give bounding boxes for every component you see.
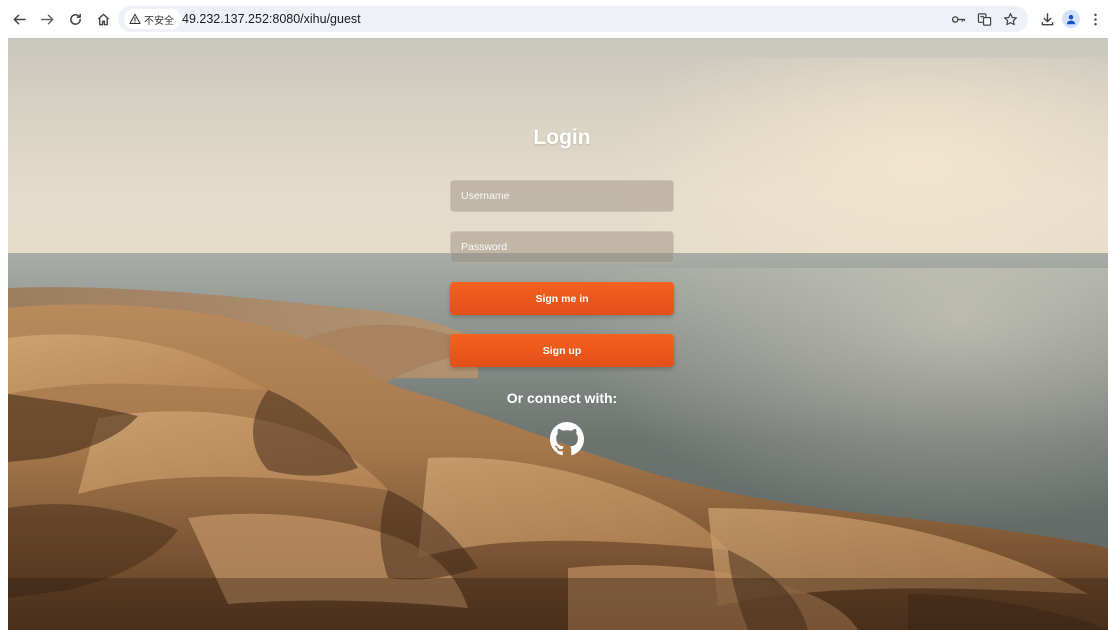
browser-toolbar: 不安全 49.232.137.252:8080/xihu/guest	[0, 0, 1108, 38]
home-icon	[97, 13, 109, 25]
arrow-left-icon	[13, 14, 26, 24]
bookmark-button[interactable]	[1002, 11, 1018, 27]
key-icon	[951, 15, 965, 23]
person-icon	[1066, 14, 1076, 25]
github-icon	[550, 422, 584, 456]
page-viewport: Login Sign me in Sign up Or connect with…	[8, 38, 1108, 630]
security-indicator[interactable]: 不安全	[124, 9, 181, 29]
reload-button[interactable]	[62, 6, 88, 32]
password-input[interactable]	[450, 231, 674, 263]
password-key-button[interactable]	[950, 11, 966, 27]
arrow-right-icon	[40, 14, 53, 24]
reload-icon	[69, 13, 81, 25]
url-text[interactable]: 49.232.137.252:8080/xihu/guest	[182, 6, 361, 32]
downloads-button[interactable]	[1034, 6, 1060, 32]
translate-icon	[977, 12, 991, 26]
login-title: Login	[533, 126, 591, 149]
username-input[interactable]	[450, 180, 674, 212]
sign-in-button[interactable]: Sign me in	[450, 282, 674, 315]
sign-up-button[interactable]: Sign up	[450, 334, 674, 367]
address-bar[interactable]: 不安全 49.232.137.252:8080/xihu/guest	[118, 6, 1028, 32]
star-icon	[1003, 12, 1017, 25]
profile-button[interactable]	[1058, 6, 1084, 32]
kebab-menu-icon	[1093, 13, 1097, 25]
github-login-button[interactable]	[549, 421, 585, 457]
connect-with-label: Or connect with:	[506, 390, 618, 406]
avatar	[1062, 10, 1080, 28]
browser-menu-button[interactable]	[1082, 6, 1108, 32]
back-button[interactable]	[6, 6, 32, 32]
translate-button[interactable]	[976, 11, 992, 27]
home-button[interactable]	[90, 6, 116, 32]
warning-triangle-icon	[129, 13, 141, 25]
forward-button[interactable]	[34, 6, 60, 32]
download-icon	[1041, 12, 1053, 25]
security-label: 不安全	[144, 15, 174, 27]
